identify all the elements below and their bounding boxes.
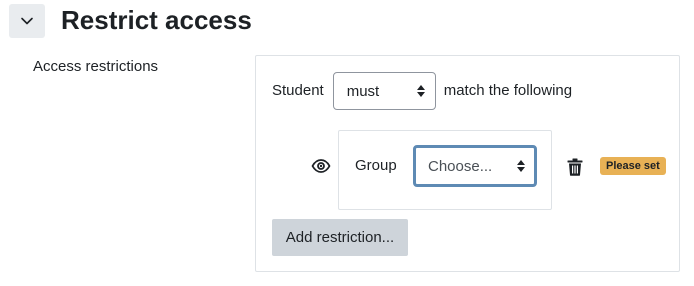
group-select-value: Choose... <box>428 157 493 175</box>
add-restriction-button[interactable]: Add restriction... <box>272 219 408 256</box>
match-following-label: match the following <box>443 82 573 99</box>
group-select[interactable]: Choose... <box>413 145 537 187</box>
trash-icon[interactable] <box>567 158 583 176</box>
access-restrictions-label: Access restrictions <box>33 58 159 75</box>
section-title: Restrict access <box>61 5 252 35</box>
eye-icon[interactable] <box>311 158 331 174</box>
collapse-section-button[interactable] <box>9 4 45 38</box>
select-arrows-icon <box>416 85 425 97</box>
group-condition: Group Choose... <box>338 130 552 210</box>
restrictions-container: Student must match the following Group C… <box>255 55 680 272</box>
status-badge: Please set <box>600 157 666 175</box>
student-label: Student <box>272 82 324 99</box>
must-select[interactable]: must <box>332 72 436 110</box>
select-arrows-icon <box>517 160 525 172</box>
match-rule-row: Student must match the following <box>272 72 572 110</box>
restrict-access-section: Restrict access Access restrictions Stud… <box>0 0 694 286</box>
group-label: Group <box>355 157 397 174</box>
chevron-down-icon <box>21 17 33 25</box>
must-select-value: must <box>346 82 380 100</box>
